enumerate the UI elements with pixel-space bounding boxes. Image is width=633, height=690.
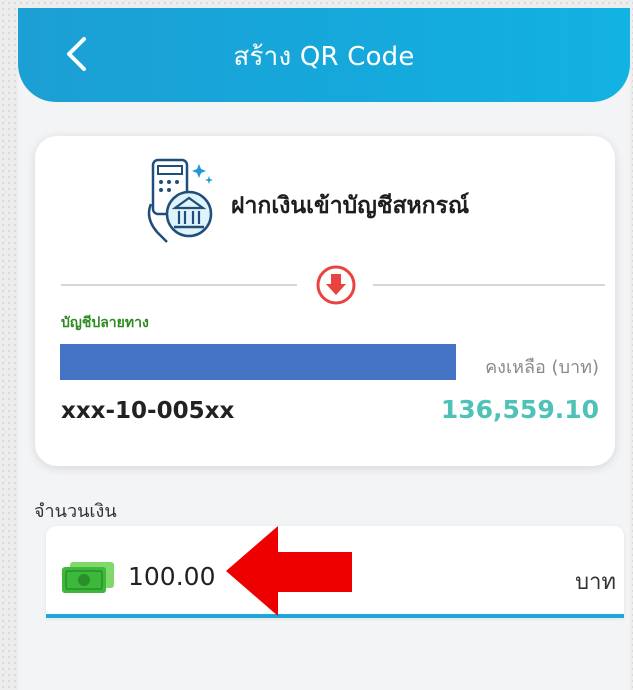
divider-right [373, 284, 605, 286]
redacted-account-name [60, 344, 456, 380]
destination-account-label: บัญชีปลายทาง [61, 315, 149, 331]
cash-icon [62, 562, 114, 593]
transfer-card: ฝากเงินเข้าบัญชีสหกรณ์ บัญชีปลายทาง คงเห… [35, 136, 615, 466]
page-title: สร้าง QR Code [233, 42, 415, 72]
arrow-down-circle-icon [316, 265, 356, 305]
balance-label: คงเหลือ (บาท) [485, 357, 599, 378]
amount-label: จำนวนเงิน [34, 501, 117, 522]
service-title: ฝากเงินเข้าบัญชีสหกรณ์ [231, 193, 470, 219]
currency-unit: บาท [575, 570, 616, 595]
red-arrow-left-icon [226, 526, 352, 616]
balance-value: 136,559.10 [440, 395, 599, 424]
account-number: xxx-10-005xx [61, 398, 235, 424]
app-screen: สร้าง QR Code ฝากเงินเข้าบัญชีสหกรณ์ บัญ… [18, 8, 630, 690]
divider-left [61, 284, 297, 286]
bank-app-icon [147, 158, 213, 243]
header-bar: สร้าง QR Code [18, 8, 630, 102]
amount-value: 100.00 [128, 562, 216, 591]
